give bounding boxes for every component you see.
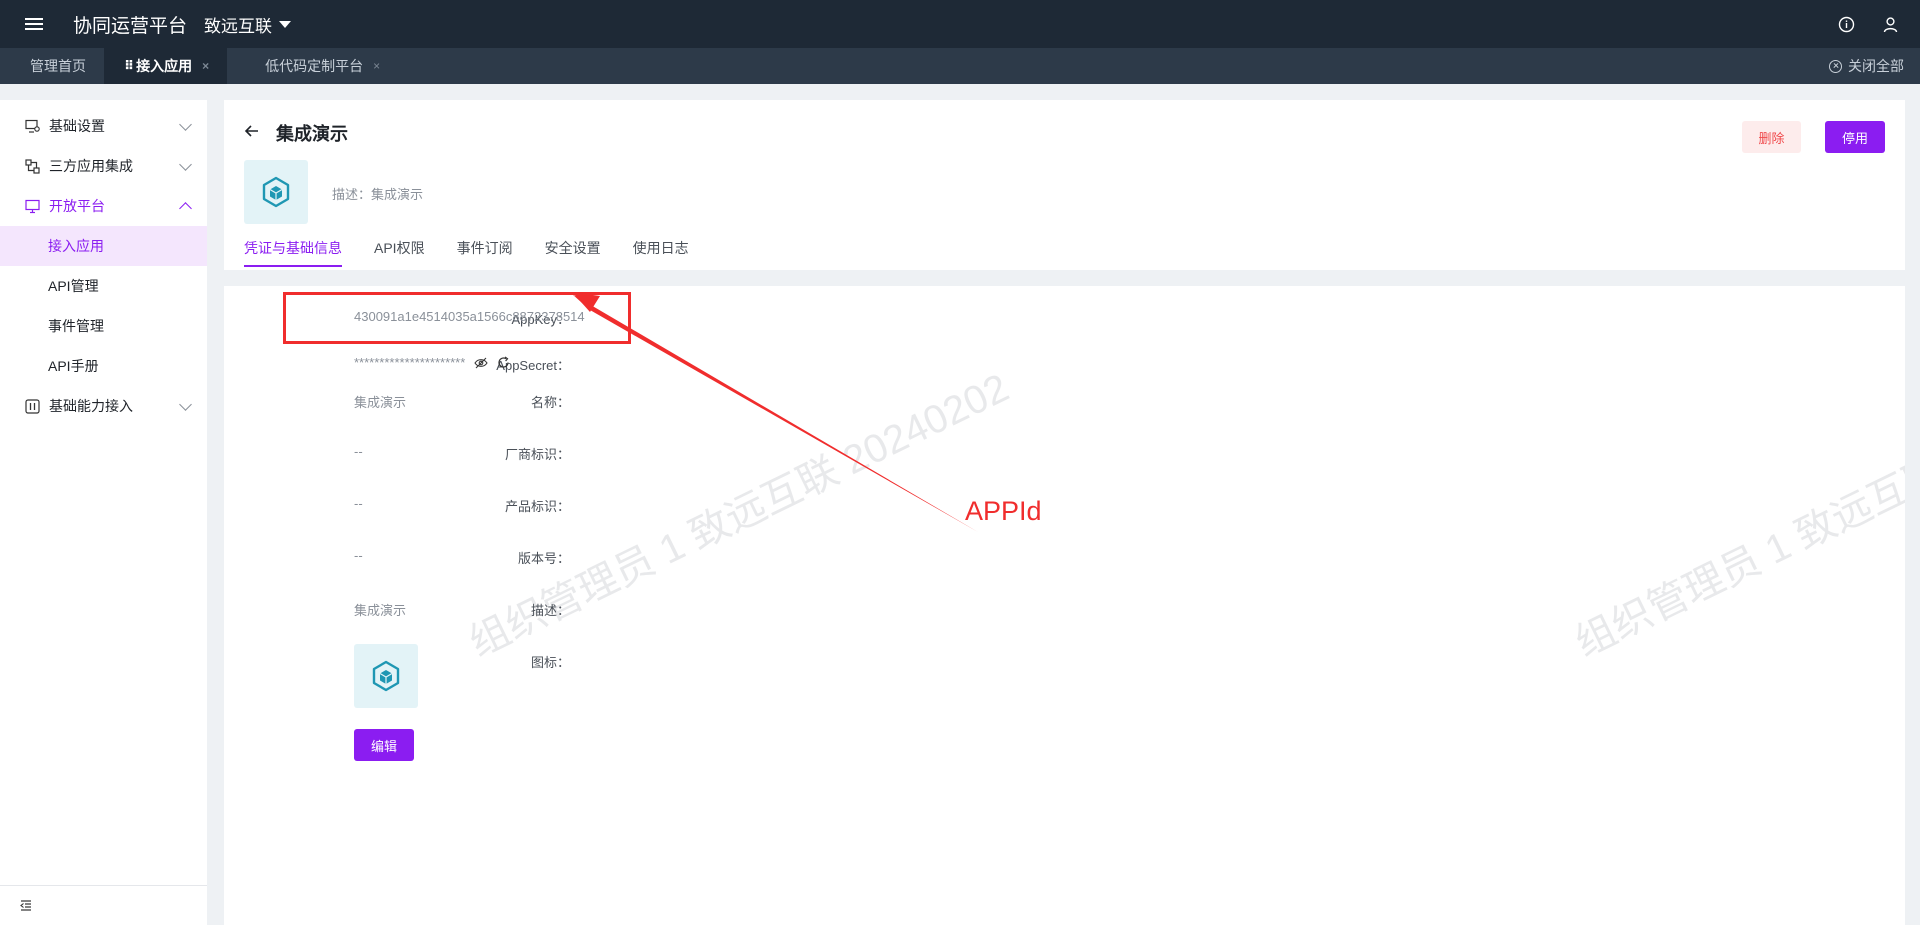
close-all-label: 关闭全部 [1848,58,1904,74]
page-title: 集成演示 [276,124,348,144]
sidebar-item-label: API手册 [48,358,99,374]
tab-app-access[interactable]: ⠿ 接入应用 × [104,48,228,84]
sidebar-item-label: 基础设置 [49,118,105,134]
version-label: 版本号： [517,551,570,566]
sidebar-item-open-platform[interactable]: 开放平台 [0,186,207,226]
back-arrow-icon[interactable] [242,121,262,141]
appkey-value: 430091a1e4514035a1566c8872378514 [354,309,585,324]
tab-label: 低代码定制平台 [265,58,364,74]
ability-icon [24,398,40,414]
sidebar-item-label: 基础能力接入 [49,398,133,414]
org-name: 致远互联 [204,16,273,36]
detail-tabs: 凭证与基础信息 API权限 事件订阅 安全设置 使用日志 [244,236,721,270]
tab-credentials[interactable]: 凭证与基础信息 [244,236,342,270]
tab-security-settings[interactable]: 安全设置 [545,236,601,270]
vendor-label: 厂商标识： [504,447,570,462]
name-value: 集成演示 [354,395,407,410]
header-description: 描述：集成演示 [332,187,424,202]
close-circle-icon [1829,59,1842,73]
separator [224,270,1905,286]
sidebar: 基础设置 三方应用集成 开放平台 接入应用 API管理 事件管理 API手册 基… [0,100,207,925]
refresh-icon[interactable] [497,356,510,369]
monitor-gear-icon [24,118,40,134]
collapse-icon[interactable] [0,885,207,925]
tab-usage-logs[interactable]: 使用日志 [633,236,689,270]
tab-event-subscription[interactable]: 事件订阅 [457,236,513,270]
drag-grip-icon: ⠿ [124,58,134,73]
tab-api-permissions[interactable]: API权限 [374,236,425,270]
edit-button[interactable]: 编辑 [354,729,414,761]
tab-close-icon[interactable]: × [202,59,209,73]
sidebar-item-label: 三方应用集成 [49,158,133,174]
credentials-panel: 组织管理员 1 致远互联 20240202 组织管理员 1 致远互联 20240… [224,286,1905,925]
tab-label: 接入应用 [136,58,193,74]
tab-label: 管理首页 [30,58,86,74]
sidebar-item-app-access[interactable]: 接入应用 [0,226,207,266]
cube-icon [244,160,308,224]
sidebar-item-label: 事件管理 [48,318,104,334]
close-all-button[interactable]: 关闭全部 [1829,48,1904,84]
sidebar-item-label: 开放平台 [49,198,105,214]
disable-button[interactable]: 停用 [1825,121,1885,153]
version-value: -- [354,548,363,563]
watermark: 组织管理员 1 致远互联 20240202 [1568,366,1905,666]
top-bar: 协同运营平台 致远互联 [0,0,1920,48]
chevron-down-icon [179,398,192,411]
eye-off-icon[interactable] [474,357,488,369]
chevron-down-icon [179,158,192,171]
sidebar-item-label: 接入应用 [48,238,104,254]
app-link-icon [24,158,40,174]
chevron-up-icon [179,202,192,215]
sidebar-item-api-manual[interactable]: API手册 [0,346,207,386]
vendor-value: -- [354,444,363,459]
app-title: 协同运营平台 [73,15,188,37]
tab-bar: 管理首页 ⠿ 接入应用 × 低代码定制平台 × 关闭全部 [0,48,1920,84]
tab-close-icon[interactable]: × [373,59,380,73]
tab-lowcode[interactable]: 低代码定制平台 × [227,48,398,84]
info-icon[interactable] [1824,0,1868,48]
product-label: 产品标识： [504,499,570,514]
tab-home[interactable]: 管理首页 [0,48,104,84]
sidebar-item-third-party[interactable]: 三方应用集成 [0,146,207,186]
sidebar-item-api-management[interactable]: API管理 [0,266,207,306]
product-value: -- [354,496,363,511]
sidebar-item-label: API管理 [48,278,99,294]
description-value: 集成演示 [354,603,407,618]
sidebar-item-basic-ability[interactable]: 基础能力接入 [0,386,207,426]
cube-icon [354,644,418,708]
org-switcher[interactable]: 致远互联 [204,12,292,37]
user-icon[interactable] [1868,0,1912,48]
caret-down-icon [279,20,292,28]
chevron-down-icon [179,118,192,131]
appsecret-value: ********************** [354,355,466,370]
screen-icon [24,198,40,214]
sidebar-item-event-management[interactable]: 事件管理 [0,306,207,346]
sidebar-item-basic-settings[interactable]: 基础设置 [0,106,207,146]
menu-icon[interactable] [0,0,68,48]
app-header-card: 集成演示 描述：集成演示 删除 停用 凭证与基础信息 API权限 事件订阅 安全… [224,100,1905,270]
delete-button[interactable]: 删除 [1742,121,1801,153]
